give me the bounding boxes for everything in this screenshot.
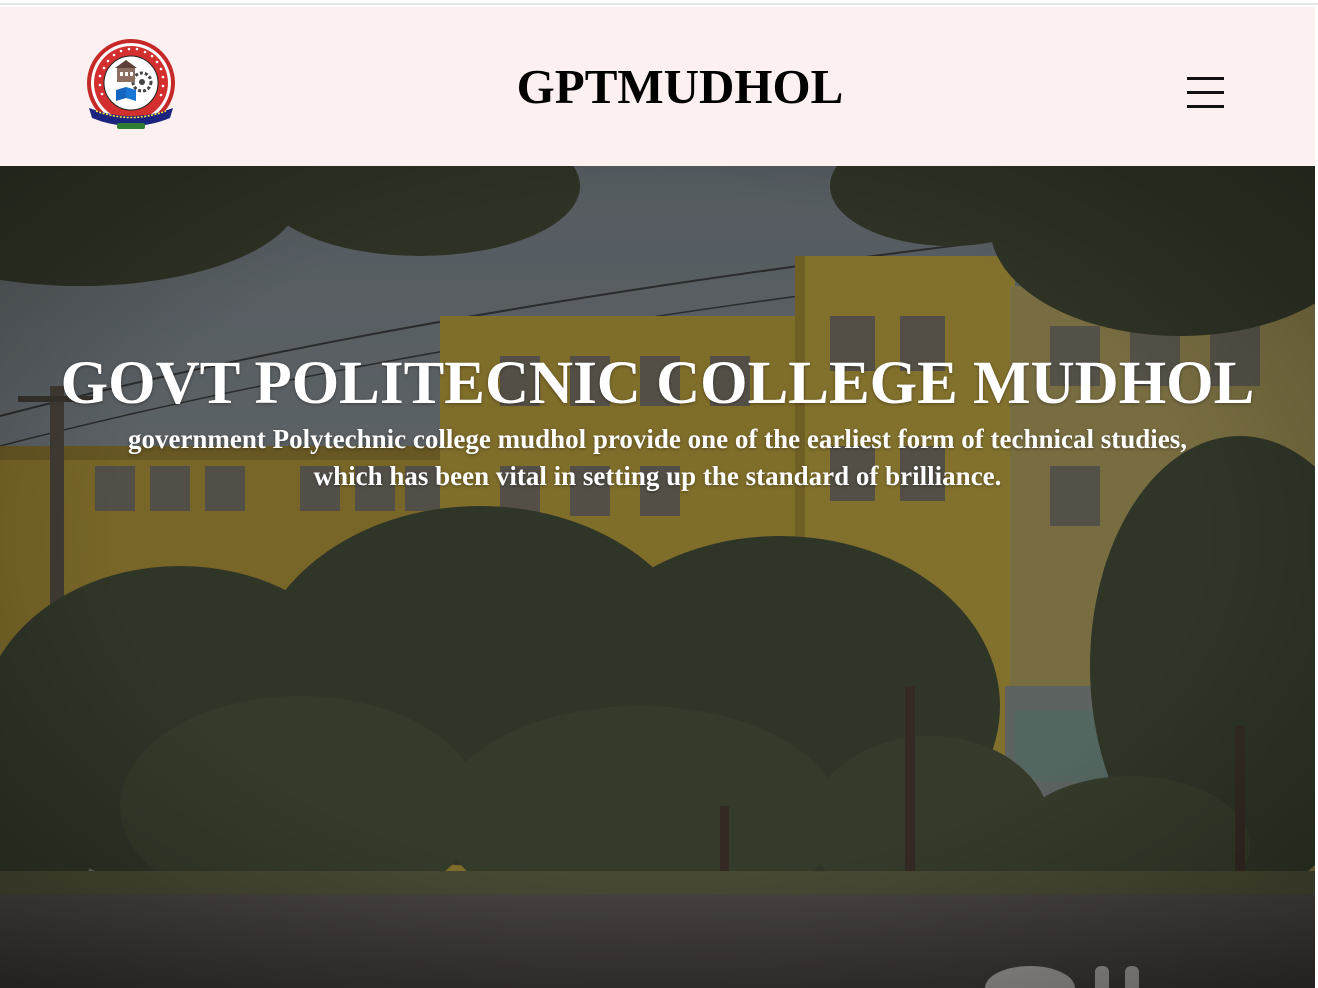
- site-header: GPTMUDHOL: [0, 7, 1316, 166]
- site-title[interactable]: GPTMUDHOL: [440, 57, 920, 117]
- hero-title: GOVT POLITECNIC COLLEGE MUDHOL: [60, 350, 1255, 417]
- hamburger-menu-button[interactable]: [1183, 69, 1229, 115]
- college-emblem-icon: [87, 39, 175, 129]
- college-building-photo: [0, 166, 1315, 988]
- college-logo[interactable]: [84, 38, 178, 132]
- hero-subtitle-line-2: which has been vital in setting up the s…: [313, 461, 1002, 491]
- hero-subtitle-line-1: government Polytechnic college mudhol pr…: [127, 424, 1188, 454]
- hero-banner: GOVT POLITECNIC COLLEGE MUDHOL governmen…: [0, 166, 1315, 988]
- hero-subtitle: government Polytechnic college mudhol pr…: [80, 421, 1235, 495]
- page: GPTMUDHOL GOVT POLITECNIC COLLEGE MUDHOL…: [0, 0, 1318, 988]
- top-divider: [0, 0, 1318, 5]
